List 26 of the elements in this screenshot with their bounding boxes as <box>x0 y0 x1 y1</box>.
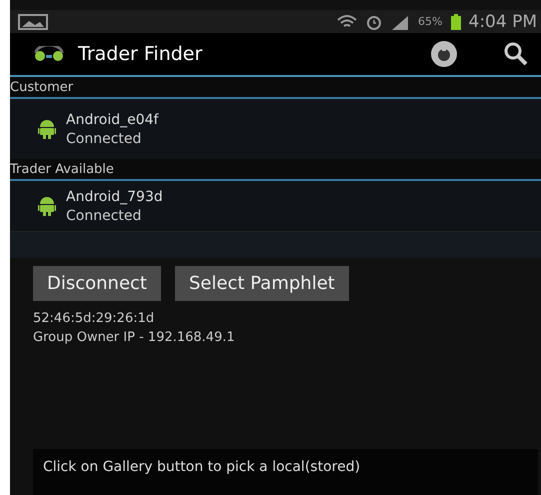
device-status: Connected <box>66 130 142 146</box>
clock-time: 4:04 PM <box>468 12 537 32</box>
app-logo-icon <box>32 46 66 62</box>
search-icon[interactable] <box>503 41 529 67</box>
section-header: Trader Available <box>10 159 541 181</box>
connection-icon[interactable] <box>429 39 459 69</box>
device-list-item[interactable]: Android_e04f Connected <box>10 99 541 159</box>
alarm-icon <box>366 14 382 30</box>
action-button[interactable]: Select Pamphlet <box>175 266 349 301</box>
picture-notification-icon <box>18 14 48 30</box>
android-icon <box>38 119 56 139</box>
section-header: Customer <box>10 77 541 99</box>
battery-icon <box>450 14 460 30</box>
signal-icon <box>390 14 410 30</box>
device-list-item[interactable]: Android_793d Connected <box>10 181 541 231</box>
device-status: Connected <box>66 208 142 224</box>
hint-text: Click on Gallery button to pick a local(stored) <box>33 449 538 495</box>
connection-info: 52:46:5d:29:26:1d <box>33 311 156 326</box>
wifi-icon <box>336 14 358 30</box>
device-name: Android_793d <box>66 188 163 204</box>
device-name: Android_e04f <box>66 112 158 128</box>
android-icon <box>38 196 56 216</box>
connection-info: Group Owner IP - 192.168.49.1 <box>33 330 236 345</box>
battery-percent: 65% <box>418 15 442 28</box>
app-title: Trader Finder <box>78 43 202 65</box>
action-button[interactable]: Disconnect <box>33 266 161 301</box>
